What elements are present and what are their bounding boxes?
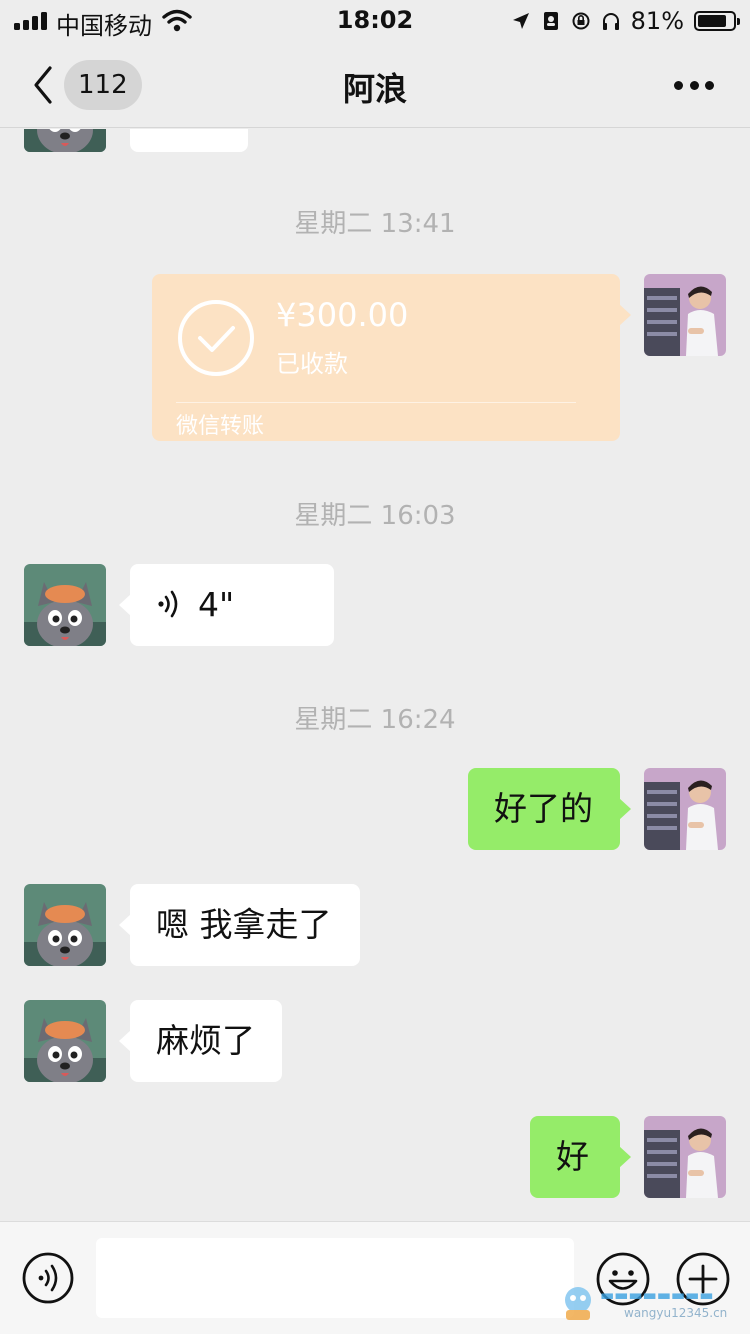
watermark-logo-text: ▬▬▬▬▬▬▬▬ <box>600 1286 714 1304</box>
battery-fill <box>698 15 726 27</box>
chat-message-list[interactable]: 星期二 13:41 ¥300.00 已收款 微信转账 星期二 16:03 4" … <box>0 129 750 1221</box>
rotation-lock-icon <box>572 12 590 30</box>
message-bubble-outgoing[interactable]: 好了的 <box>468 768 631 850</box>
contact-avatar[interactable] <box>24 884 106 966</box>
my-avatar[interactable] <box>644 274 726 356</box>
transfer-footer: 微信转账 <box>176 414 265 439</box>
message-timestamp: 星期二 13:41 <box>294 209 456 239</box>
location-arrow-icon <box>512 13 529 29</box>
my-avatar[interactable] <box>644 1116 726 1198</box>
headphones-icon <box>602 13 619 30</box>
message-bubble-outgoing[interactable]: 好 <box>530 1116 631 1198</box>
voice-duration: 4" <box>198 585 235 624</box>
check-circle-icon <box>178 300 254 376</box>
transfer-status: 已收款 <box>276 350 348 378</box>
voice-icon[interactable] <box>22 1252 74 1304</box>
contact-avatar[interactable] <box>24 1000 106 1082</box>
voice-message-bubble[interactable]: 4" <box>119 564 334 646</box>
my-avatar[interactable] <box>644 768 726 850</box>
message-timestamp: 星期二 16:24 <box>294 705 456 735</box>
battery-icon <box>694 11 740 31</box>
status-bar: 中国移动 18:02 81% <box>0 0 750 42</box>
contact-card-icon <box>543 12 558 30</box>
message-bubble-incoming[interactable]: 嗯 我拿走了 <box>119 884 360 966</box>
nav-bar: 112 阿浪 <box>0 42 750 128</box>
battery-percent: 81% <box>630 7 684 35</box>
watermark-logo-icon <box>565 1287 591 1320</box>
message-bubble-incoming[interactable] <box>130 129 248 152</box>
status-right-group: 81% <box>511 6 740 36</box>
watermark: ▬▬▬▬▬▬▬▬ wangyu12345.cn <box>560 1284 740 1324</box>
page-title: 阿浪 <box>342 70 407 108</box>
message-bubble-incoming[interactable]: 麻烦了 <box>119 1000 282 1082</box>
contact-avatar[interactable] <box>24 129 106 152</box>
transfer-card[interactable]: ¥300.00 已收款 微信转账 <box>152 274 631 441</box>
voice-wave-icon <box>158 590 178 617</box>
divider <box>176 402 576 403</box>
more-dots-icon[interactable] <box>674 80 714 90</box>
message-timestamp: 星期二 16:03 <box>294 501 456 531</box>
contact-avatar[interactable] <box>24 564 106 646</box>
transfer-amount: ¥300.00 <box>276 296 409 334</box>
message-input[interactable] <box>96 1238 574 1318</box>
watermark-url: wangyu12345.cn <box>624 1306 728 1320</box>
